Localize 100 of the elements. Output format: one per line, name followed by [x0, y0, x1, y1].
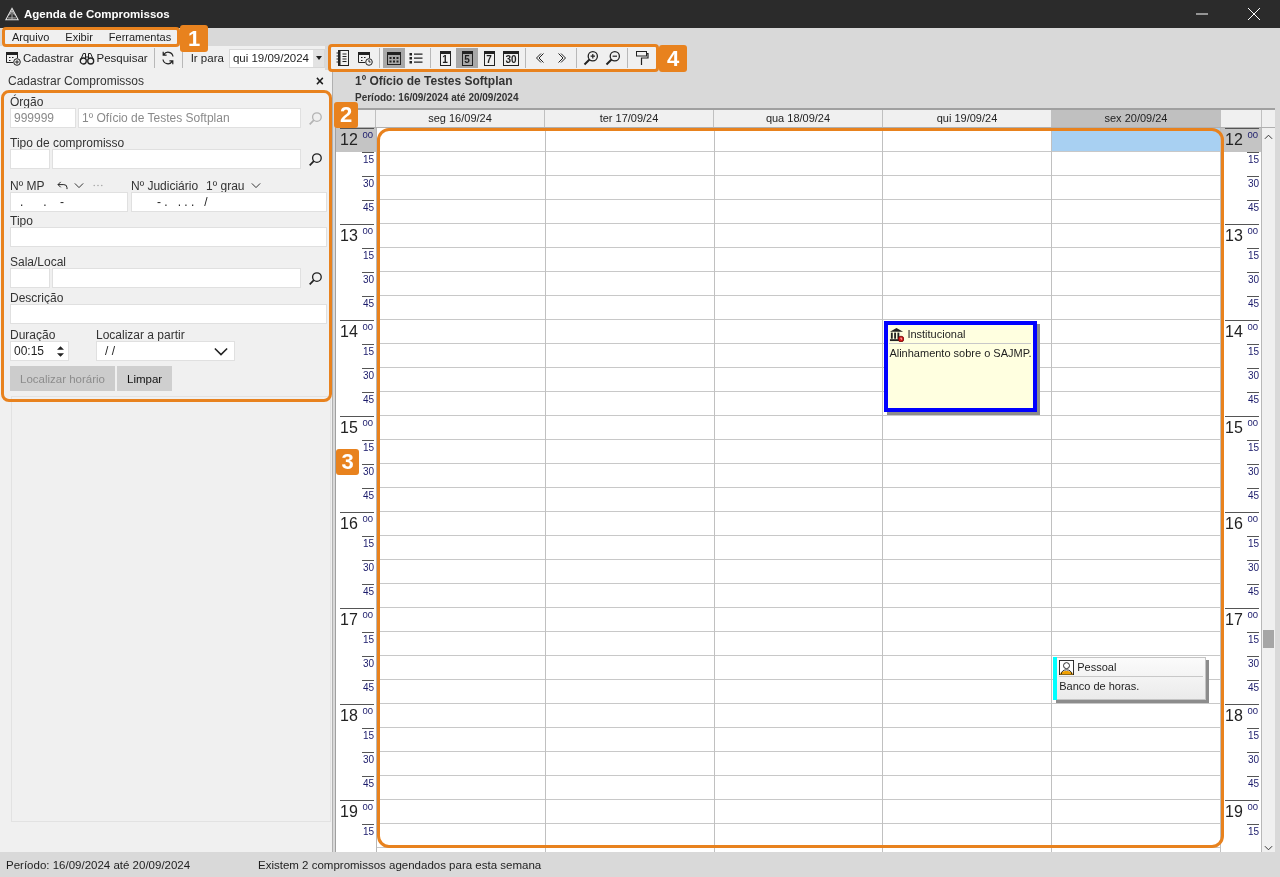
minute-label: 15 — [1246, 632, 1259, 646]
duration-spinner[interactable]: 00:15 — [10, 341, 69, 361]
period-view-button[interactable]: 5 — [456, 48, 478, 68]
date-combobox[interactable]: qui 19/09/2024 — [228, 48, 325, 68]
hour-label: 15 — [340, 419, 358, 437]
menu-item[interactable]: Ferramentas — [100, 30, 180, 44]
hour-label: 17 — [1225, 611, 1243, 629]
day-header[interactable]: ter 17/09/24 — [545, 110, 714, 127]
minute-label: 30 — [1246, 176, 1259, 190]
hour-label: 12 — [340, 131, 358, 149]
hour-label: 14 — [1225, 323, 1243, 341]
scroll-up-icon[interactable] — [1264, 134, 1273, 140]
callout-badge: 2 — [334, 102, 358, 128]
appointment-text: Alinhamento sobre o SAJMP. — [888, 346, 1033, 359]
menu-item[interactable]: Exibir — [57, 30, 101, 44]
day-header[interactable]: sex 20/09/24 — [1052, 110, 1221, 127]
search-icon[interactable] — [307, 270, 323, 286]
list-icon — [408, 50, 424, 66]
minute-label: 00 — [1247, 802, 1258, 812]
chevron-down-icon[interactable] — [74, 182, 85, 189]
dropdown-button[interactable] — [313, 49, 324, 67]
chevron-down-icon[interactable] — [250, 182, 261, 189]
minute-label: 30 — [1246, 272, 1259, 286]
status-message: Existem 2 compromissos agendados para esta semana — [258, 858, 542, 871]
grid-view-button[interactable] — [383, 48, 405, 68]
minute-label: 30 — [1246, 752, 1259, 766]
calendar-plus-icon — [5, 50, 21, 66]
minute-label: 00 — [1247, 418, 1258, 428]
minute-label: 30 — [1246, 368, 1259, 382]
field-label: Tipo de compromisso — [10, 137, 126, 149]
instance-selector[interactable]: 1º grau — [206, 178, 245, 193]
minute-label: 45 — [361, 776, 374, 790]
dropdown-arrow-icon — [315, 56, 322, 60]
field-label: Órgão — [10, 96, 45, 108]
minute-label: 30 — [361, 272, 374, 286]
calendar-title: 1º Ofício de Testes Softplan — [355, 73, 514, 89]
hour-label: 16 — [1225, 515, 1243, 533]
close-button[interactable]: × — [313, 74, 326, 88]
callout-badge: 4 — [659, 45, 687, 72]
form-button[interactable]: Limpar — [117, 366, 173, 391]
minute-label: 00 — [362, 418, 373, 428]
period-view-button[interactable]: 1 — [434, 48, 456, 68]
spin-arrows-icon[interactable] — [57, 344, 64, 358]
minute-label: 00 — [1247, 322, 1258, 332]
panel-title: Cadastrar Compromissos — [8, 74, 146, 88]
field-label: Nº Judiciário — [131, 178, 199, 193]
appointment-card[interactable]: Pessoal Banco de horas. — [1053, 657, 1206, 700]
search-icon[interactable] — [307, 151, 323, 167]
appointment-text: Banco de horas. — [1058, 679, 1141, 692]
menu-item[interactable]: Arquivo — [4, 30, 58, 44]
minute-label: 45 — [361, 680, 374, 694]
period-view-button[interactable]: 30 — [500, 48, 522, 68]
minute-label: 30 — [361, 464, 374, 478]
minute-label: 00 — [1247, 130, 1258, 140]
minute-label: 45 — [1246, 488, 1259, 502]
minute-label: 15 — [361, 152, 374, 166]
vertical-scrollbar[interactable] — [1262, 128, 1275, 852]
new-button[interactable]: Cadastrar — [3, 47, 77, 69]
hour-label: 18 — [1225, 707, 1243, 725]
minute-label: 45 — [1246, 296, 1259, 310]
type-field[interactable] — [10, 227, 327, 247]
undo-icon[interactable] — [57, 181, 69, 190]
field-label: Localizar a partir — [96, 327, 185, 342]
search-button[interactable]: Pesquisar — [76, 47, 151, 69]
minute-label: 15 — [1246, 248, 1259, 262]
code-field[interactable] — [10, 268, 50, 288]
appointment-card[interactable]: Institucional Alinhamento sobre o SAJMP. — [884, 321, 1038, 412]
notebook-icon — [335, 50, 351, 66]
minute-label: 45 — [361, 584, 374, 598]
category-label: Institucional — [907, 328, 966, 340]
name-field[interactable] — [52, 149, 301, 169]
app-logo-icon — [5, 7, 19, 21]
hour-label: 17 — [340, 611, 358, 629]
day-header[interactable]: seg 16/09/24 — [376, 110, 545, 127]
hour-label: 13 — [340, 227, 358, 245]
minute-label: 30 — [1246, 656, 1259, 670]
hour-label: 19 — [1225, 803, 1243, 821]
minute-label: 45 — [361, 200, 374, 214]
minute-label: 00 — [1247, 706, 1258, 716]
hour-label: 15 — [1225, 419, 1243, 437]
ellipsis-icon[interactable] — [93, 184, 104, 187]
minute-label: 15 — [361, 536, 374, 550]
scrollbar-thumb[interactable] — [1263, 630, 1274, 648]
name-field[interactable] — [52, 268, 301, 288]
minute-label: 45 — [1246, 200, 1259, 214]
code-field[interactable] — [10, 149, 50, 169]
minute-label: 30 — [361, 368, 374, 382]
period-view-button[interactable]: 7 — [478, 48, 500, 68]
minute-label: 00 — [362, 130, 373, 140]
scroll-down-icon[interactable] — [1264, 845, 1273, 851]
description-field[interactable] — [10, 304, 327, 324]
minute-label: 30 — [1246, 560, 1259, 574]
minute-label: 00 — [362, 706, 373, 716]
minute-label: 45 — [1246, 680, 1259, 694]
day-header[interactable]: qua 18/09/24 — [714, 110, 883, 127]
callout-badge: 3 — [336, 449, 359, 475]
court-number-field[interactable]: - . . . . / — [131, 192, 327, 212]
date-combobox[interactable]: / / — [96, 341, 235, 361]
mp-number-field[interactable]: . . - — [10, 192, 128, 212]
zoom-out-icon — [605, 50, 621, 66]
